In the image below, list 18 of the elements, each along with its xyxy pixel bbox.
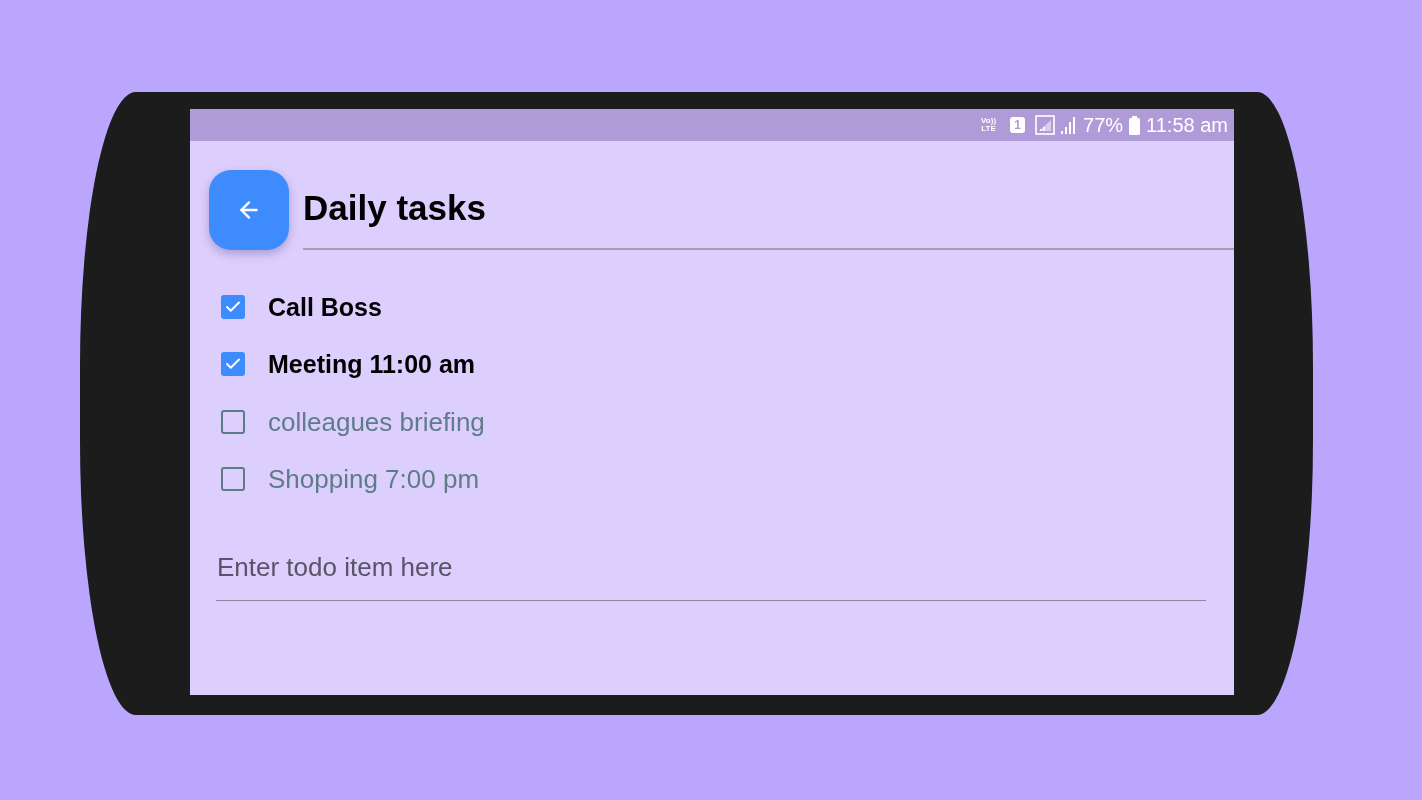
page-title: Daily tasks xyxy=(303,187,486,229)
task-label: Call Boss xyxy=(268,291,382,323)
volte-label: Vo)) LTE xyxy=(981,117,997,133)
task-checkbox[interactable] xyxy=(221,352,245,377)
signal-box-icon xyxy=(1035,115,1056,135)
signal-bars-icon xyxy=(1061,116,1078,134)
battery-icon xyxy=(1129,115,1141,135)
input-field[interactable]: Enter todo item here xyxy=(216,538,1206,601)
battery-percent: 77% xyxy=(1083,113,1124,137)
task-label: Meeting 11:00 am xyxy=(268,349,476,381)
task-checkbox[interactable] xyxy=(221,294,245,319)
task-label: colleagues briefing xyxy=(268,405,485,438)
sim-badge: 1 xyxy=(1010,117,1026,133)
task-checkbox[interactable] xyxy=(221,467,245,492)
task-checkbox[interactable] xyxy=(221,409,245,434)
task-label: Shopping 7:00 pm xyxy=(268,463,480,496)
clock-time: 11:58 am xyxy=(1146,113,1228,137)
back-button[interactable] xyxy=(209,170,289,250)
